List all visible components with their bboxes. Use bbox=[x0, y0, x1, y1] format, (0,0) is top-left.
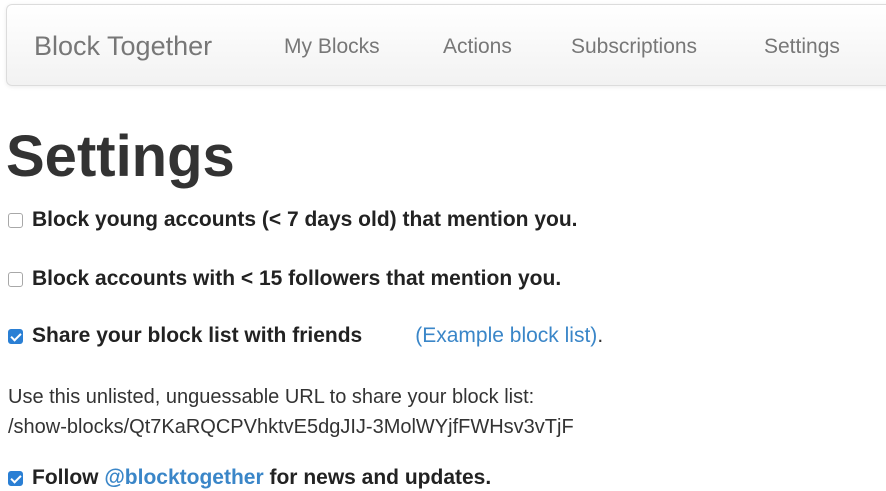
example-block-list-link[interactable]: (Example block list) bbox=[415, 323, 597, 349]
brand-link[interactable]: Block Together bbox=[34, 31, 212, 61]
nav-settings[interactable]: Settings bbox=[764, 35, 840, 59]
page-title: Settings bbox=[6, 124, 235, 189]
block-few-followers-label[interactable]: Block accounts with < 15 followers that … bbox=[32, 266, 561, 292]
nav-my-blocks[interactable]: My Blocks bbox=[284, 35, 380, 59]
share-list-row: Share your block list with friends (Exam… bbox=[8, 323, 603, 349]
share-list-period: . bbox=[597, 324, 604, 347]
follow-row: Follow @blocktogether for news and updat… bbox=[8, 465, 491, 491]
block-young-label[interactable]: Block young accounts (< 7 days old) that… bbox=[32, 207, 578, 233]
nav-subscriptions[interactable]: Subscriptions bbox=[571, 35, 697, 59]
block-young-checkbox[interactable] bbox=[8, 212, 23, 228]
share-url-link[interactable]: /show-blocks/Qt7KaRQCPVhktvE5dgJIJ-3MolW… bbox=[8, 414, 574, 440]
block-few-followers-checkbox[interactable] bbox=[8, 271, 23, 287]
follow-label[interactable]: Follow @blocktogether for news and updat… bbox=[32, 465, 491, 491]
block-few-followers-row: Block accounts with < 15 followers that … bbox=[8, 266, 561, 292]
share-url-description: Use this unlisted, unguessable URL to sh… bbox=[8, 386, 535, 408]
follow-checkbox[interactable] bbox=[8, 470, 23, 486]
blocktogether-handle-link[interactable]: @blocktogether bbox=[104, 466, 263, 489]
navbar: Block Together My Blocks Actions Subscri… bbox=[6, 4, 886, 86]
share-list-checkbox[interactable] bbox=[8, 328, 23, 344]
follow-prefix: Follow bbox=[32, 466, 105, 489]
block-young-row: Block young accounts (< 7 days old) that… bbox=[8, 207, 578, 233]
follow-suffix: for news and updates. bbox=[263, 466, 492, 489]
nav-actions[interactable]: Actions bbox=[443, 35, 512, 59]
share-list-label[interactable]: Share your block list with friends bbox=[32, 323, 362, 349]
